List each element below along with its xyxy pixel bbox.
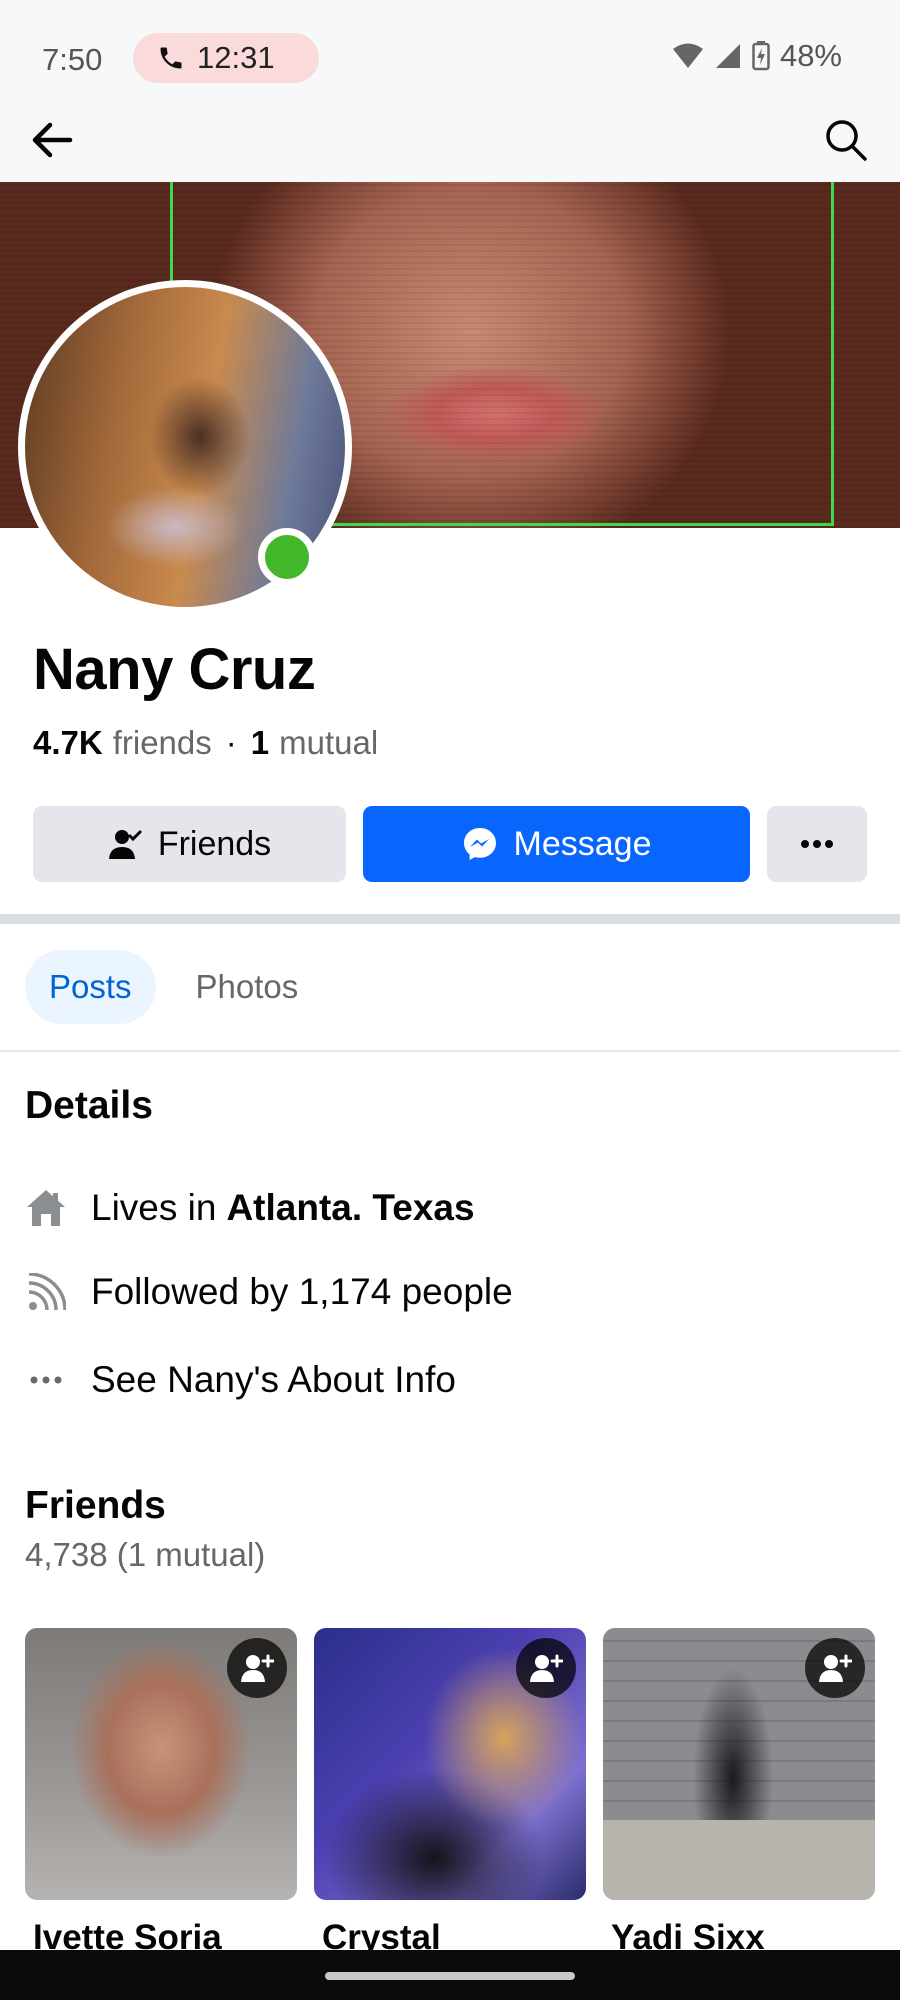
- friends-section-count: 4,738 (1 mutual): [25, 1536, 266, 1573]
- home-icon: [25, 1187, 67, 1229]
- lives-in-place: Atlanta. Texas: [226, 1187, 475, 1228]
- search-icon: [826, 120, 867, 161]
- add-friend-button[interactable]: [227, 1638, 287, 1698]
- friends-section-title: Friends: [25, 1484, 166, 1527]
- friends-word: friends: [112, 724, 212, 761]
- tab-photos[interactable]: Photos: [172, 950, 323, 1024]
- wifi-icon: [672, 43, 703, 68]
- profile-actions: Friends Message: [33, 806, 867, 882]
- more-horizontal-icon: [801, 840, 833, 848]
- section-divider: [0, 914, 900, 924]
- add-friend-icon: [241, 1654, 274, 1682]
- separator-dot: ·: [225, 724, 237, 761]
- ongoing-call-pill[interactable]: 12:31: [133, 33, 319, 83]
- status-icons: 48%: [672, 38, 842, 74]
- messenger-icon: [462, 826, 498, 862]
- home-indicator[interactable]: [325, 1972, 575, 1980]
- friends-summary[interactable]: 4.7K friends · 1 mutual: [33, 724, 378, 762]
- back-button[interactable]: [24, 112, 80, 168]
- tabs-divider: [0, 1050, 900, 1052]
- add-friend-button[interactable]: [805, 1638, 865, 1698]
- message-button[interactable]: Message: [363, 806, 750, 882]
- add-friend-icon: [819, 1654, 852, 1682]
- friend-photo: [603, 1628, 875, 1900]
- arrow-left-icon: [32, 122, 73, 158]
- mutual-count: 1: [250, 724, 270, 761]
- profile-tabs: Posts Photos: [25, 950, 338, 1024]
- add-friend-icon: [530, 1654, 563, 1682]
- top-nav: [0, 102, 900, 182]
- more-horizontal-icon: [25, 1359, 67, 1401]
- mutual-word: mutual: [279, 724, 379, 761]
- friend-card[interactable]: Crystal: [314, 1628, 586, 1958]
- friend-card[interactable]: Yadi Sixx: [603, 1628, 875, 1958]
- battery-percent: 48%: [779, 38, 842, 73]
- friends-count: 4.7K: [33, 724, 103, 761]
- followed-by-row[interactable]: Followed by 1,174 people: [25, 1266, 513, 1314]
- profile-name: Nany Cruz: [33, 637, 316, 702]
- friend-photo: [314, 1628, 586, 1900]
- search-button[interactable]: [818, 112, 874, 168]
- lives-in-row[interactable]: Lives in Atlanta. Texas: [25, 1178, 475, 1238]
- add-friend-button[interactable]: [516, 1638, 576, 1698]
- battery-icon: [752, 41, 770, 71]
- friend-photo: [25, 1628, 297, 1900]
- details-title: Details: [25, 1084, 153, 1127]
- see-about-row[interactable]: See Nany's About Info: [25, 1350, 456, 1410]
- tab-posts[interactable]: Posts: [25, 950, 156, 1024]
- friends-button[interactable]: Friends: [33, 806, 346, 882]
- status-bar: 7:50 12:31 48%: [0, 0, 900, 118]
- message-button-label: Message: [513, 824, 652, 863]
- see-about-text: See Nany's About Info: [91, 1359, 456, 1400]
- status-time: 7:50: [42, 42, 103, 77]
- more-options-button[interactable]: [767, 806, 867, 882]
- phone-icon: [160, 47, 182, 69]
- person-check-icon: [108, 827, 142, 861]
- call-duration: 12:31: [197, 40, 275, 75]
- friends-button-label: Friends: [157, 824, 272, 863]
- signal-icon: [715, 44, 740, 68]
- lives-in-prefix: Lives in: [91, 1187, 217, 1228]
- rss-icon: [25, 1272, 67, 1314]
- friend-card[interactable]: Ivette Soria: [25, 1628, 297, 1958]
- online-status-dot: [258, 528, 316, 586]
- followed-by-text: Followed by 1,174 people: [91, 1271, 513, 1312]
